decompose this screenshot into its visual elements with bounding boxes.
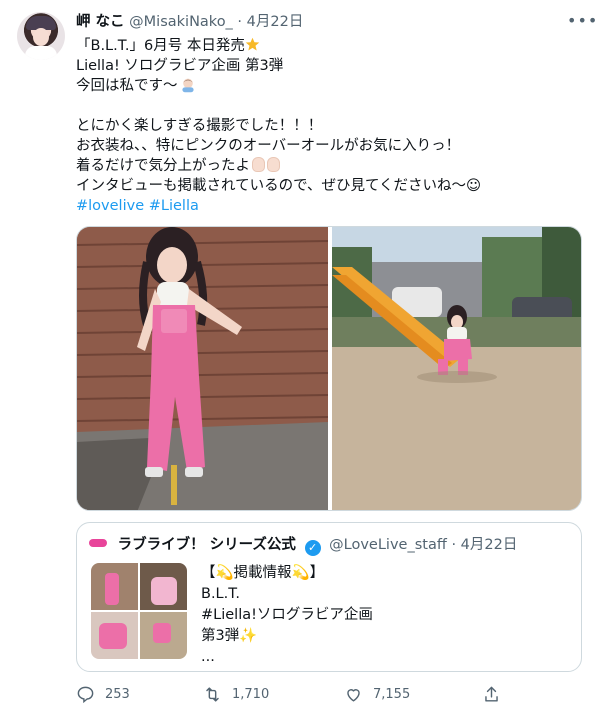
- reply-count: 253: [105, 686, 130, 702]
- separator-dot: ·: [237, 14, 243, 30]
- tweet-text: 「B.L.T.」6月号 本日発売 Liella! ソログラビア企画 第3弾 今回…: [76, 36, 581, 216]
- avatar[interactable]: [17, 12, 65, 60]
- quoted-tweet-date: 4月22日: [460, 537, 518, 553]
- author-handle[interactable]: @MisakiNako_: [129, 14, 233, 30]
- quoted-line: ...: [201, 649, 215, 665]
- retweet-button[interactable]: 1,710: [203, 682, 269, 706]
- quoted-line: 【💫掲載情報💫】: [201, 565, 325, 581]
- quoted-line: 第3弾✨: [201, 628, 258, 644]
- photo-playground-slide[interactable]: [332, 227, 581, 510]
- ok-hand-icon: [252, 157, 265, 172]
- tweet-actions: 253 1,710 7,155: [76, 682, 582, 706]
- like-count: 7,155: [373, 686, 411, 702]
- more-icon[interactable]: •••: [567, 10, 597, 32]
- share-button[interactable]: [482, 682, 511, 706]
- reply-icon: [77, 686, 94, 703]
- tweet-line: 着るだけで気分上がったよ: [76, 156, 581, 176]
- author-name[interactable]: 岬 なこ: [76, 14, 125, 30]
- hashtag-line: #lovelive #Liella: [76, 196, 581, 216]
- quoted-author-handle: @LoveLive_staff: [329, 537, 447, 553]
- retweet-count: 1,710: [232, 686, 270, 702]
- quoted-tweet[interactable]: ラブライブ！ シリーズ公式 ✓ @LoveLive_staff · 4月22日 …: [76, 522, 582, 672]
- hashtag-link[interactable]: #lovelive: [76, 198, 144, 214]
- tweet-line: お衣装ね、、特にピンクのオーバーオールがお気に入りっ！: [76, 138, 461, 154]
- tweet-header: 岬 なこ @MisakiNako_ · 4月22日: [76, 12, 583, 32]
- quoted-line: B.L.T.: [201, 586, 240, 602]
- lovelive-logo-icon: [89, 539, 107, 547]
- tweet-line: 「B.L.T.」6月号 本日発売: [76, 36, 581, 56]
- like-button[interactable]: 7,155: [344, 682, 410, 706]
- tweet-line: Liella! ソログラビア企画 第3弾: [76, 58, 284, 74]
- tweet-line: とにかく楽しすぎる撮影でした！！！: [76, 118, 323, 134]
- quoted-author-name: ラブライブ！ シリーズ公式: [117, 537, 296, 553]
- retweet-icon: [206, 686, 219, 702]
- hashtag-link[interactable]: #Liella: [149, 198, 199, 214]
- tweet-line: インタビューも掲載されているので、ぜひ見てくださいね〜☺︎: [76, 178, 482, 194]
- photo-overalls-wall[interactable]: [77, 227, 328, 510]
- person-emoji-icon: [181, 78, 194, 93]
- reply-button[interactable]: 253: [76, 682, 130, 706]
- share-icon: [485, 686, 498, 702]
- tweet: 岬 なこ @MisakiNako_ · 4月22日 ••• 「B.L.T.」6月…: [0, 0, 599, 718]
- media-grid: [76, 226, 582, 511]
- tweet-line: 今回は私です〜: [76, 76, 581, 96]
- separator-dot: ·: [451, 537, 457, 553]
- quoted-line: #Liella!ソログラビア企画: [201, 607, 373, 623]
- quoted-tweet-text: 【💫掲載情報💫】 B.L.T. #Liella!ソログラビア企画 第3弾✨ ..…: [201, 563, 571, 668]
- heart-icon: [347, 688, 360, 702]
- quoted-tweet-header: ラブライブ！ シリーズ公式 ✓ @LoveLive_staff · 4月22日: [89, 535, 569, 556]
- tweet-date[interactable]: 4月22日: [247, 14, 304, 30]
- ok-hand-icon: [267, 157, 280, 172]
- quoted-media-thumbnails: [91, 563, 187, 659]
- star-emoji-icon: [245, 37, 260, 51]
- verified-badge-icon: ✓: [304, 540, 321, 556]
